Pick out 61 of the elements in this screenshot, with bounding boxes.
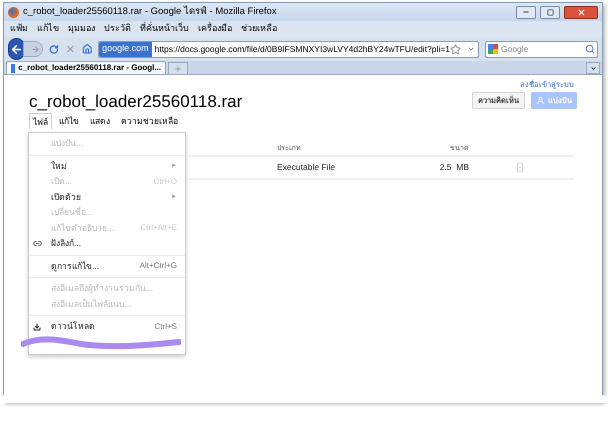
- reload-icon[interactable]: [49, 42, 60, 56]
- bookmark-star-icon[interactable]: [450, 44, 461, 54]
- browser-menu-item[interactable]: ช่วยเหลือ: [241, 22, 277, 36]
- firefox-icon: [8, 6, 19, 18]
- menu-item-label: ส่งอีเมลเป็นไฟล์แนบ...: [51, 298, 132, 311]
- menu-tab[interactable]: แก้ไข: [55, 113, 83, 130]
- menu-item-label: เปิดด้วย: [51, 190, 82, 204]
- tab-list-button[interactable]: [586, 62, 600, 74]
- back-arrow-icon: [10, 42, 23, 56]
- menu-tab[interactable]: ความช่วยเหลือ: [117, 113, 182, 130]
- browser-menu-item[interactable]: มุมมอง: [68, 22, 95, 36]
- menu-tab[interactable]: แสดง: [86, 113, 114, 130]
- home-icon[interactable]: [82, 42, 92, 56]
- table-cell-text: 2.5 MB: [438, 161, 469, 174]
- google-icon: [488, 44, 498, 54]
- url-text: https://docs.google.com/file/d/0B9IFSMNXYI3wLVY4d2hBY24wTFU/edit?pli=1: [154, 42, 450, 56]
- browser-menu-item[interactable]: เครื่องมือ: [198, 22, 232, 36]
- address-field[interactable]: google.com https://docs.google.com/file/d/0B9IFSMNXYI3wLVY4d2hBY24wTFU/edit?pli=1: [98, 40, 479, 58]
- person-icon: [536, 96, 545, 106]
- forward-arrow-icon: [31, 44, 40, 54]
- menu-item-label: ใหม่: [51, 160, 68, 173]
- menu-item[interactable]: ดาวน์โหลด Ctrl+S: [29, 319, 185, 334]
- download-icon: [33, 322, 41, 331]
- shortcut-text: Ctrl+S: [154, 320, 177, 333]
- browser-tab[interactable]: c_robot_loader25560118.rar - Googl...: [6, 61, 166, 74]
- menu-item-label: เปลี่ยนชื่อ...: [51, 206, 94, 220]
- menu-item-label: แบ่งปัน...: [51, 137, 84, 150]
- new-tab-button[interactable]: [168, 62, 188, 74]
- search-icon[interactable]: [584, 44, 595, 54]
- window-title: c_robot_loader25560118.rar - Google ไดรฟ์ - Mozilla Firefox: [23, 4, 278, 19]
- document-icon: [11, 64, 16, 72]
- dropdown-icon[interactable]: [466, 45, 475, 53]
- link-icon: [33, 239, 42, 248]
- maximize-icon: [546, 8, 554, 16]
- menu-item-label: แก้ไขคำอธิบาย...: [51, 222, 116, 235]
- browser-menu-item[interactable]: ประวัติ: [104, 22, 131, 36]
- menu-item[interactable]: ฝังลิงก์...: [29, 236, 185, 252]
- tab-title: c_robot_loader25560118.rar - Googl...: [18, 62, 161, 74]
- menu-item-label: ดูการแก้ไข...: [51, 260, 100, 273]
- site-identity[interactable]: google.com: [99, 42, 152, 56]
- close-button[interactable]: [564, 6, 598, 18]
- menu-item-label: ดาวน์โหลด: [51, 320, 96, 334]
- table-cell-text: Executable File: [276, 161, 336, 174]
- menu-item-label: ฝังลิงก์...: [51, 237, 82, 250]
- browser-menu-item[interactable]: แฟ้ม: [10, 22, 28, 36]
- browser-menu-item[interactable]: แก้ไข: [37, 22, 59, 36]
- close-icon: [576, 8, 586, 16]
- search-field[interactable]: Google: [500, 42, 582, 56]
- menu-tab[interactable]: ไฟล์: [29, 113, 52, 130]
- shortcut-text: Alt+Ctrl+G: [140, 260, 177, 272]
- menu-item-label: ส่งอีเมลถึงผู้ทำงานร่วมกัน...: [51, 282, 154, 296]
- caret-icon: [590, 64, 596, 72]
- plus-icon: [174, 64, 182, 72]
- browser-menu-item[interactable]: ที่คั่นหน้าเว็บ: [140, 22, 189, 36]
- menu-item-label: เปิด...: [51, 175, 74, 188]
- back-button[interactable]: [8, 38, 25, 60]
- maximize-button[interactable]: [540, 6, 560, 18]
- search-bar[interactable]: Google: [484, 40, 598, 58]
- forward-button[interactable]: [22, 41, 44, 57]
- file-title: c_robot_loader25560118.rar: [29, 92, 244, 112]
- menu-item[interactable]: ดูการแก้ไข... Alt+Ctrl+G: [29, 258, 185, 274]
